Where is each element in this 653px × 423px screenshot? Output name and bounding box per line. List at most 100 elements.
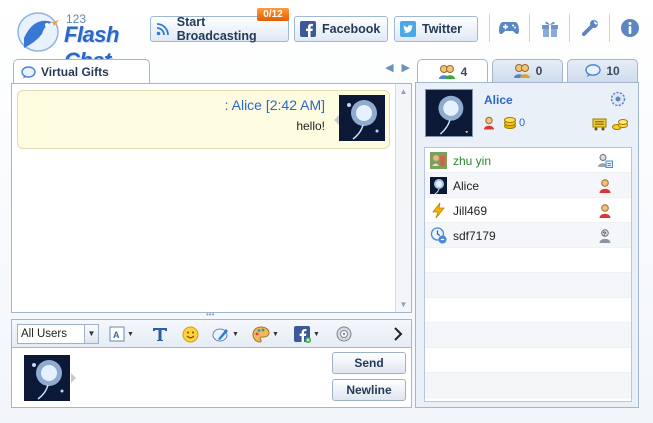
gift-icon [542,21,558,37]
chevron-right-icon [394,327,403,341]
scroll-up-icon[interactable]: ▲ [398,86,409,97]
flash-chat-app: 123 Flash Chat Start Broadcasting 0/12 F… [0,0,653,423]
scroll-down-icon[interactable]: ▼ [398,299,409,310]
facebook-icon [300,21,316,37]
profile-avatar[interactable] [425,89,473,137]
buy-coins-button[interactable] [612,117,628,131]
coins-icon [504,117,516,129]
help-button[interactable] [618,16,642,40]
tab-rooms[interactable]: 10 [567,59,638,82]
unknown-gender-icon: ? [599,229,611,243]
chevron-down-icon: ▼ [232,330,239,338]
more-tools-button[interactable] [393,324,403,344]
toolbar-separator [489,14,490,42]
tab-rooms-count: 10 [606,64,620,78]
facebook-label: Facebook [322,22,381,36]
tab-users[interactable]: 4 [417,59,488,83]
user-name: Jill469 [453,204,488,218]
sound-button[interactable] [336,324,352,344]
facebook-share-button[interactable]: ▼ [294,324,320,344]
user-row-zhu-yin[interactable]: zhu yin [425,148,631,173]
message-sender-time: : Alice [2:42 AM] [224,97,325,113]
facebook-share-icon [294,325,311,343]
app-logo: 123 Flash Chat [14,8,142,73]
my-profile: Alice 0 [416,83,638,143]
empty-row [425,248,631,273]
palette-icon [252,325,270,343]
svg-text:A: A [113,330,120,340]
female-user-icon [599,179,611,193]
themes-button[interactable]: ▼ [252,324,279,344]
user-row-sdf7179[interactable]: sdf7179 ? [425,223,631,248]
settings-button[interactable] [578,16,602,40]
bird-logo-icon [17,12,59,52]
group-icon [513,64,530,78]
toolbar-separator [609,14,610,42]
user-row-jill469[interactable]: Jill469 [425,198,631,223]
toolbar-separator [569,14,570,42]
smiley-icon [182,326,199,342]
send-button[interactable]: Send [332,352,406,374]
coins-display: 0 [503,116,525,130]
user-panel: 4 0 10 Alice 0 zhu yin Alice Jill469 sdf… [415,59,639,408]
font-size-icon: A [109,326,125,342]
profile-name[interactable]: Alice [484,93,513,107]
draw-button[interactable]: ▼ [212,324,239,344]
facebook-button[interactable]: Facebook [294,16,388,42]
user-row-alice[interactable]: Alice [425,173,631,198]
away-clock-icon [430,227,447,244]
user-list: zhu yin Alice Jill469 sdf7179 ? [424,147,632,402]
chat-message: : Alice [2:42 AM] hello! [17,90,390,149]
pencil-icon [212,328,228,341]
user-avatar-icon [430,152,447,169]
recipient-select[interactable]: All Users ▼ [17,324,99,344]
twitter-button[interactable]: Twitter [394,16,478,42]
store-button[interactable] [592,117,607,131]
newline-button[interactable]: Newline [332,379,406,401]
profile-settings-button[interactable] [610,91,626,107]
bubble-icon [585,64,602,77]
message-text: hello! [296,119,325,133]
tab-virtual-gifts[interactable]: Virtual Gifts [13,59,150,84]
resize-grip[interactable]: ••• [206,311,218,319]
chevron-right-icon[interactable]: ▶ [402,61,410,74]
gifts-button[interactable] [538,16,562,40]
sender-avatar [339,95,385,141]
user-name: sdf7179 [453,229,496,243]
chevron-down-icon: ▼ [84,325,98,343]
message-input-area[interactable]: Send Newline [11,347,412,408]
message-area: : Alice [2:42 AM] hello! ▲ ▼ [11,83,412,313]
moderator-icon [598,154,613,168]
sound-icon [336,326,352,342]
users-icon [438,64,455,79]
chevron-down-icon: ▼ [313,330,320,338]
tab-users-count: 4 [460,64,468,79]
chevron-down-icon: ▼ [127,330,134,338]
empty-row [425,373,631,398]
emoticons-button[interactable] [182,324,199,344]
message-scrollbar[interactable]: ▲ ▼ [395,84,411,312]
cart-icon [592,118,607,131]
text-style-button[interactable] [152,324,168,344]
info-icon [621,19,639,37]
female-user-icon [599,204,611,218]
empty-row [425,273,631,298]
chevron-down-icon: ▼ [272,330,279,338]
font-size-button[interactable]: A ▼ [109,324,134,344]
broadcast-count-badge: 0/12 [257,8,289,21]
lightning-avatar-icon [432,202,445,219]
broadcast-icon [156,21,171,37]
empty-row [425,298,631,323]
gear-icon [610,91,626,107]
wrench-icon [581,19,598,37]
user-avatar-icon [430,177,447,194]
input-tail [71,373,76,383]
svg-text:?: ? [603,232,607,238]
toolbar-separator [529,14,530,42]
chevron-left-icon[interactable]: ◀ [385,61,393,74]
my-avatar [24,355,70,401]
tab-groups[interactable]: 0 [492,59,563,82]
gender-female-icon [482,116,496,130]
games-button[interactable] [497,16,521,40]
user-box: Alice 0 zhu yin Alice Jill469 sdf7179 ? [415,82,639,408]
